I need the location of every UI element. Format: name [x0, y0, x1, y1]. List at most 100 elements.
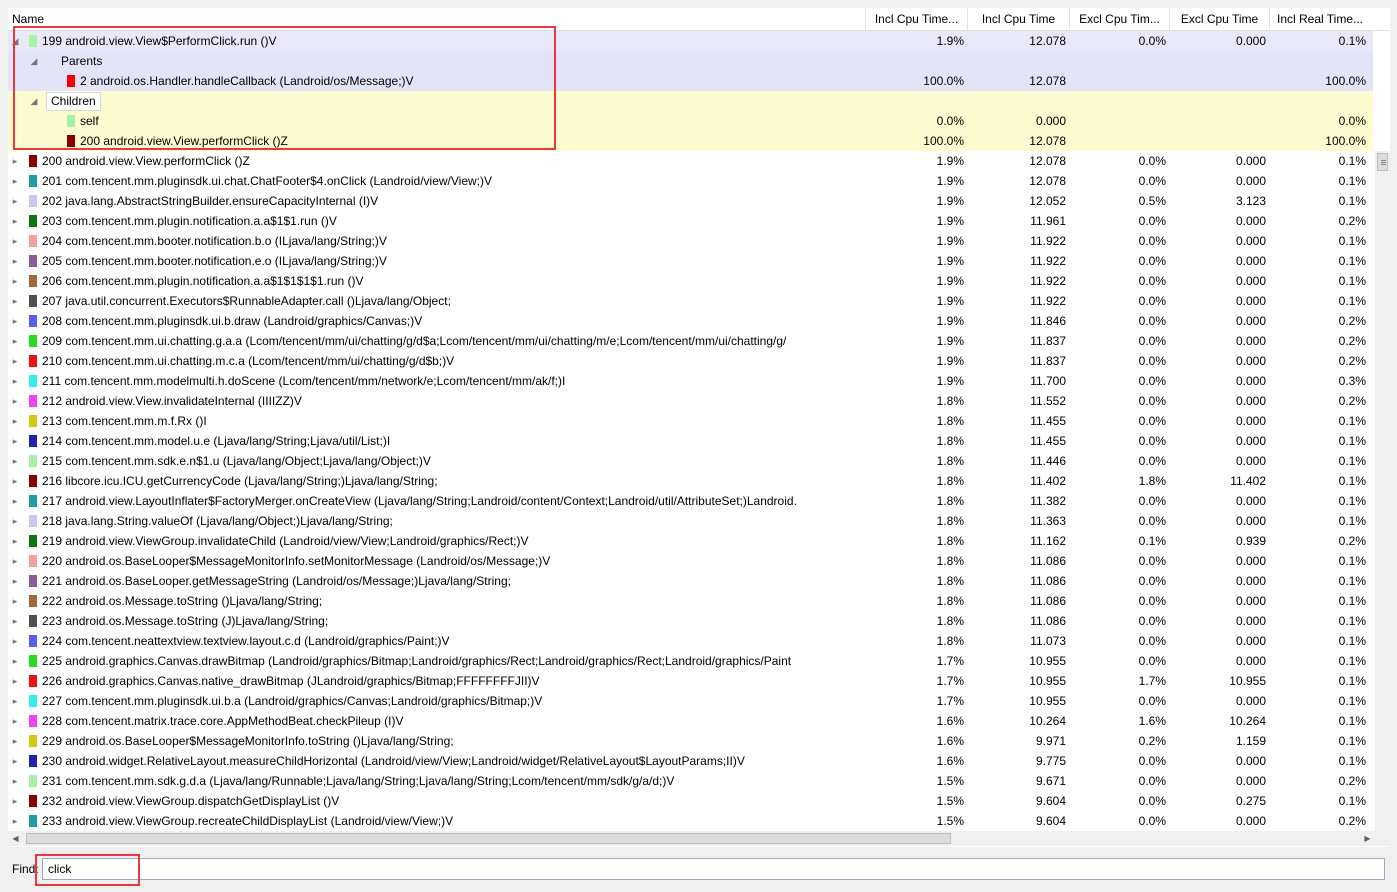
expand-icon[interactable]: ▸	[10, 251, 20, 271]
expand-icon[interactable]: ▸	[10, 351, 20, 371]
expand-icon[interactable]: ▸	[10, 611, 20, 631]
method-row[interactable]: ▸ 222 android.os.Message.toString ()Ljava…	[8, 591, 1373, 611]
incl-cpu: 11.455	[1030, 414, 1066, 428]
method-name: 230 android.widget.RelativeLayout.measur…	[42, 754, 745, 768]
expand-icon[interactable]: ▸	[10, 391, 20, 411]
expand-icon[interactable]: ▸	[10, 231, 20, 251]
col-header-excl-cpu[interactable]: Excl Cpu Time	[1170, 8, 1270, 30]
method-row[interactable]: ▸ 214 com.tencent.mm.model.u.e (Ljava/lan…	[8, 431, 1373, 451]
expand-icon[interactable]: ▸	[10, 211, 20, 231]
collapse-icon[interactable]: ◢	[29, 51, 39, 71]
expand-icon[interactable]: ▸	[10, 411, 20, 431]
collapse-icon[interactable]: ◢	[10, 31, 20, 51]
method-row[interactable]: ▸ 208 com.tencent.mm.pluginsdk.ui.b.draw …	[8, 311, 1373, 331]
method-row[interactable]: ▸ 221 android.os.BaseLooper.getMessageStr…	[8, 571, 1373, 591]
method-row[interactable]: ▸ 210 com.tencent.mm.ui.chatting.m.c.a (L…	[8, 351, 1373, 371]
scroll-left-icon[interactable]: ◀	[8, 831, 23, 846]
method-row[interactable]: ▸ 232 android.view.ViewGroup.dispatchGetD…	[8, 791, 1373, 811]
excl-cpu-pct: 0.0%	[1138, 314, 1166, 328]
expand-icon[interactable]: ▸	[10, 311, 20, 331]
method-row[interactable]: ▸ 202 java.lang.AbstractStringBuilder.ens…	[8, 191, 1373, 211]
child-row[interactable]: self 0.0% 0.000 0.0%	[8, 111, 1373, 131]
vertical-scrollbar[interactable]	[1375, 151, 1390, 831]
expand-icon[interactable]: ▸	[10, 531, 20, 551]
method-row[interactable]: ▸ 219 android.view.ViewGroup.invalidateCh…	[8, 531, 1373, 551]
expand-icon[interactable]: ▸	[10, 671, 20, 691]
method-row[interactable]: ▸ 203 com.tencent.mm.plugin.notification.…	[8, 211, 1373, 231]
method-row[interactable]: ▸ 205 com.tencent.mm.booter.notification.…	[8, 251, 1373, 271]
expand-icon[interactable]: ▸	[10, 691, 20, 711]
method-row[interactable]: ▸ 211 com.tencent.mm.modelmulti.h.doScene…	[8, 371, 1373, 391]
incl-cpu: 11.922	[1030, 234, 1066, 248]
method-row[interactable]: ▸ 206 com.tencent.mm.plugin.notification.…	[8, 271, 1373, 291]
method-row[interactable]: ▸ 217 android.view.LayoutInflater$Factory…	[8, 491, 1373, 511]
horizontal-scrollbar[interactable]: ◀ ▶	[8, 831, 1375, 846]
col-header-incl-cpu-pct[interactable]: Incl Cpu Time...	[866, 8, 968, 30]
horizontal-scroll-thumb[interactable]	[26, 833, 951, 844]
method-row[interactable]: ▸ 223 android.os.Message.toString (J)Ljav…	[8, 611, 1373, 631]
incl-cpu-pct: 1.8%	[936, 394, 964, 408]
expand-icon[interactable]: ▸	[10, 471, 20, 491]
parents-section-row[interactable]: ◢ Parents	[8, 51, 1373, 71]
col-header-incl-real-pct[interactable]: Incl Real Time...	[1270, 8, 1370, 30]
expand-icon[interactable]: ▸	[10, 731, 20, 751]
expand-icon[interactable]: ▸	[10, 271, 20, 291]
method-row[interactable]: ▸ 229 android.os.BaseLooper$MessageMonito…	[8, 731, 1373, 751]
vertical-scroll-thumb[interactable]	[1377, 153, 1388, 171]
expand-icon[interactable]: ▸	[10, 771, 20, 791]
collapse-icon[interactable]: ◢	[29, 91, 39, 111]
expand-icon[interactable]: ▸	[10, 551, 20, 571]
expand-icon[interactable]: ▸	[10, 511, 20, 531]
method-row[interactable]: ▸ 215 com.tencent.mm.sdk.e.n$1.u (Ljava/l…	[8, 451, 1373, 471]
method-row[interactable]: ▸ 233 android.view.ViewGroup.recreateChil…	[8, 811, 1373, 831]
expand-icon[interactable]: ▸	[10, 451, 20, 471]
method-row[interactable]: ▸ 218 java.lang.String.valueOf (Ljava/lan…	[8, 511, 1373, 531]
method-row[interactable]: ▸ 225 android.graphics.Canvas.drawBitmap …	[8, 651, 1373, 671]
method-row[interactable]: ▸ 201 com.tencent.mm.pluginsdk.ui.chat.Ch…	[8, 171, 1373, 191]
method-row[interactable]: ▸ 231 com.tencent.mm.sdk.g.d.a (Ljava/lan…	[8, 771, 1373, 791]
incl-cpu: 11.922	[1030, 254, 1066, 268]
expand-icon[interactable]: ▸	[10, 371, 20, 391]
method-row[interactable]: ▸ 227 com.tencent.mm.pluginsdk.ui.b.a (La…	[8, 691, 1373, 711]
parent-row[interactable]: 2 android.os.Handler.handleCallback (Lan…	[8, 71, 1373, 91]
expand-icon[interactable]: ▸	[10, 631, 20, 651]
expand-icon[interactable]: ▸	[10, 791, 20, 811]
expand-icon[interactable]: ▸	[10, 291, 20, 311]
method-row[interactable]: ▸ 204 com.tencent.mm.booter.notification.…	[8, 231, 1373, 251]
expand-icon[interactable]: ▸	[10, 151, 20, 171]
method-row[interactable]: ▸ 200 android.view.View.performClick ()Z 1…	[8, 151, 1373, 171]
method-row[interactable]: ▸ 228 com.tencent.matrix.trace.core.AppMe…	[8, 711, 1373, 731]
expand-icon[interactable]: ▸	[10, 751, 20, 771]
selected-node-row[interactable]: ◢ 199 android.view.View$PerformClick.run…	[8, 31, 1373, 51]
profile-tree-table[interactable]: Name Incl Cpu Time... Incl Cpu Time Excl…	[8, 8, 1390, 847]
col-header-name[interactable]: Name	[8, 8, 866, 30]
method-row[interactable]: ▸ 230 android.widget.RelativeLayout.measu…	[8, 751, 1373, 771]
expand-icon[interactable]: ▸	[10, 811, 20, 831]
method-row[interactable]: ▸ 207 java.util.concurrent.Executors$Runn…	[8, 291, 1373, 311]
method-name: 206 com.tencent.mm.plugin.notification.a…	[42, 274, 364, 288]
col-header-excl-cpu-pct[interactable]: Excl Cpu Tim...	[1070, 8, 1170, 30]
method-row[interactable]: ▸ 216 libcore.icu.ICU.getCurrencyCode (Lj…	[8, 471, 1373, 491]
method-row[interactable]: ▸ 224 com.tencent.neattextview.textview.l…	[8, 631, 1373, 651]
expand-icon[interactable]: ▸	[10, 171, 20, 191]
method-row[interactable]: ▸ 226 android.graphics.Canvas.native_draw…	[8, 671, 1373, 691]
method-row[interactable]: ▸ 209 com.tencent.mm.ui.chatting.g.a.a (L…	[8, 331, 1373, 351]
method-row[interactable]: ▸ 212 android.view.View.invalidateInterna…	[8, 391, 1373, 411]
incl-real-pct: 0.1%	[1338, 454, 1366, 468]
expand-icon[interactable]: ▸	[10, 431, 20, 451]
children-section-row[interactable]: ◢ Children	[8, 91, 1373, 111]
expand-icon[interactable]: ▸	[10, 571, 20, 591]
color-swatch	[29, 35, 37, 47]
expand-icon[interactable]: ▸	[10, 331, 20, 351]
expand-icon[interactable]: ▸	[10, 711, 20, 731]
expand-icon[interactable]: ▸	[10, 491, 20, 511]
find-input[interactable]	[42, 858, 1385, 880]
col-header-incl-cpu[interactable]: Incl Cpu Time	[968, 8, 1070, 30]
expand-icon[interactable]: ▸	[10, 591, 20, 611]
scroll-right-icon[interactable]: ▶	[1360, 831, 1375, 846]
expand-icon[interactable]: ▸	[10, 651, 20, 671]
expand-icon[interactable]: ▸	[10, 191, 20, 211]
method-row[interactable]: ▸ 220 android.os.BaseLooper$MessageMonito…	[8, 551, 1373, 571]
child-row[interactable]: 200 android.view.View.performClick ()Z 1…	[8, 131, 1373, 151]
method-row[interactable]: ▸ 213 com.tencent.mm.m.f.Rx ()I 1.8% 11.455…	[8, 411, 1373, 431]
